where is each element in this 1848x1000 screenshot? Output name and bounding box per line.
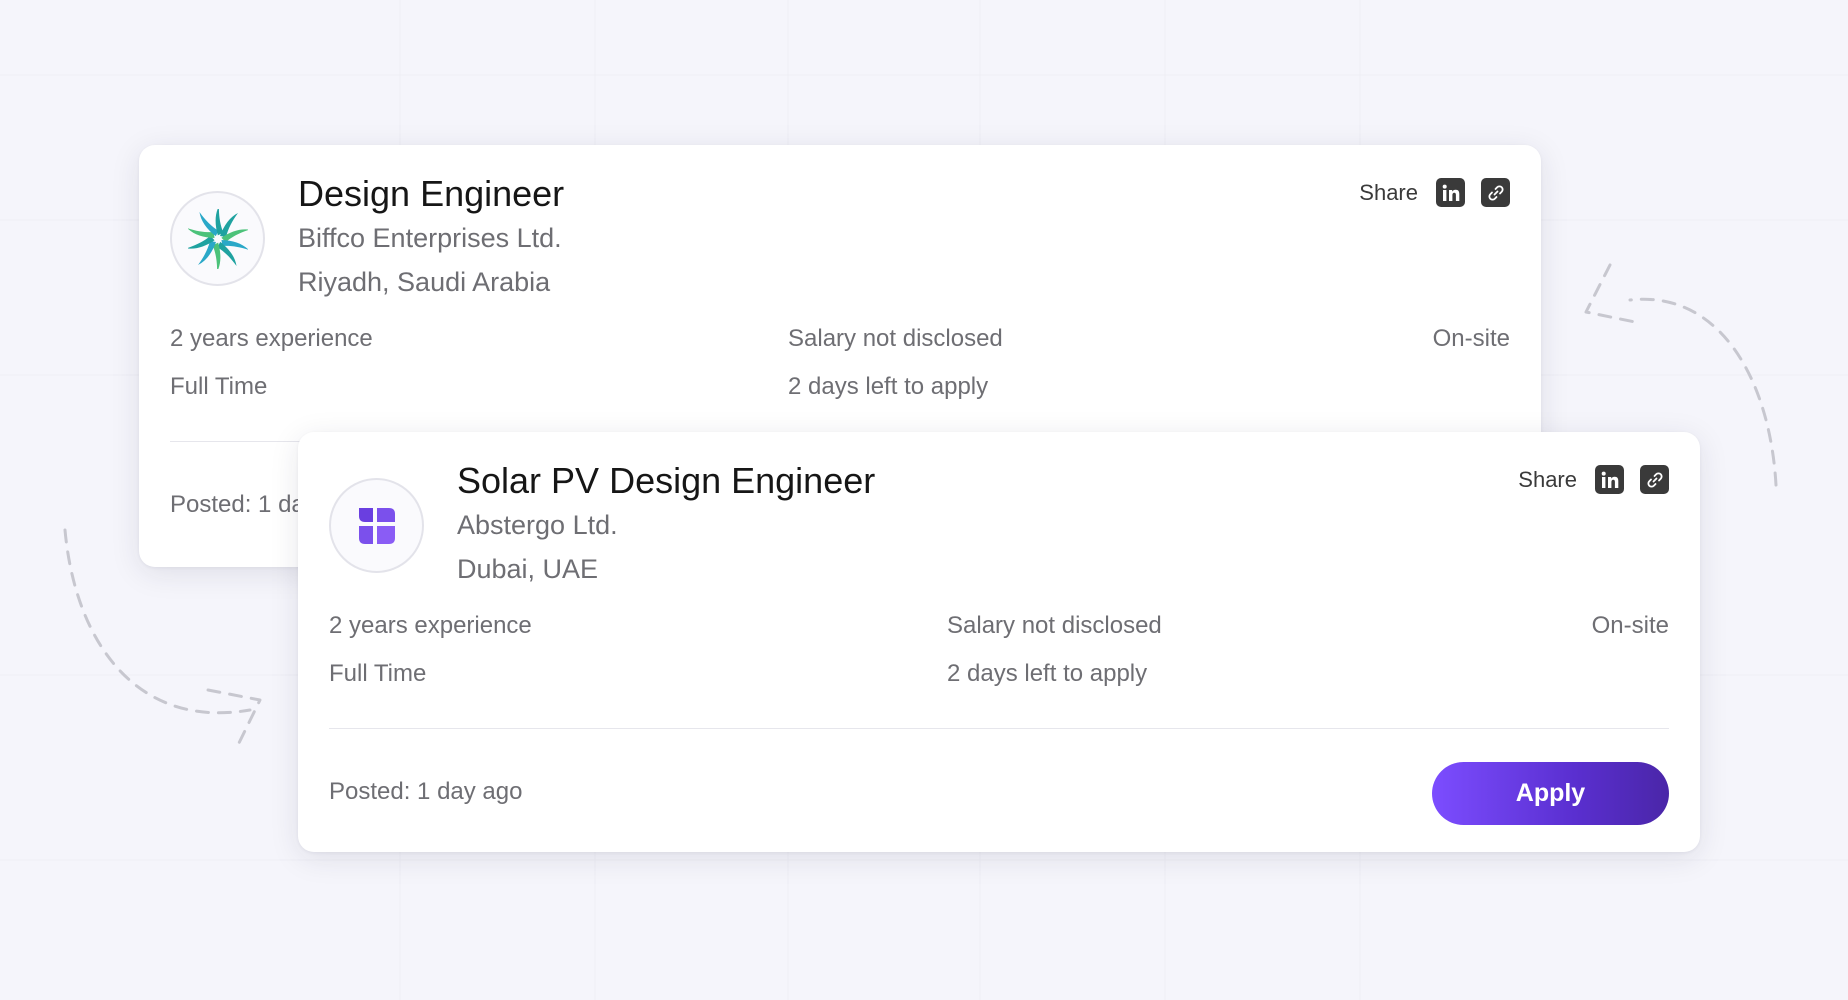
divider	[329, 728, 1669, 729]
pinwheel-logo-icon	[187, 208, 248, 269]
salary: Salary not disclosed	[788, 325, 1003, 352]
deadline: 2 days left to apply	[947, 660, 1148, 687]
experience: 2 years experience	[170, 325, 373, 352]
job-location: Riyadh, Saudi Arabia	[298, 267, 551, 297]
linkedin-icon	[1442, 184, 1459, 201]
job-location: Dubai, UAE	[457, 554, 599, 584]
copy-link-button[interactable]	[1640, 465, 1669, 494]
petal-squares-logo-icon	[358, 507, 395, 544]
canvas: Design Engineer Biffco Enterprises Ltd. …	[0, 0, 1848, 1000]
work-mode: On-site	[1432, 325, 1510, 352]
linkedin-icon	[1601, 471, 1618, 488]
share-group: Share	[1359, 178, 1510, 207]
employment-type: Full Time	[329, 660, 427, 687]
work-mode: On-site	[1591, 612, 1669, 639]
linkedin-share-button[interactable]	[1595, 465, 1624, 494]
salary: Salary not disclosed	[947, 612, 1162, 639]
employment-type: Full Time	[170, 373, 268, 400]
job-title[interactable]: Design Engineer	[298, 173, 564, 215]
share-label: Share	[1359, 179, 1418, 205]
linkedin-share-button[interactable]	[1436, 178, 1465, 207]
company-logo	[170, 191, 265, 286]
job-title[interactable]: Solar PV Design Engineer	[457, 460, 875, 502]
company-name: Biffco Enterprises Ltd.	[298, 223, 562, 253]
company-logo	[329, 478, 424, 573]
share-group: Share	[1518, 465, 1669, 494]
experience: 2 years experience	[329, 612, 532, 639]
link-icon	[1646, 471, 1663, 488]
apply-button[interactable]: Apply	[1432, 762, 1669, 825]
share-label: Share	[1518, 466, 1577, 492]
link-icon	[1487, 184, 1504, 201]
deadline: 2 days left to apply	[788, 373, 989, 400]
company-name: Abstergo Ltd.	[457, 510, 618, 540]
posted-date: Posted: 1 day ago	[329, 778, 523, 805]
copy-link-button[interactable]	[1481, 178, 1510, 207]
job-card-solar-pv-design-engineer[interactable]: Solar PV Design Engineer Abstergo Ltd. D…	[298, 432, 1700, 852]
